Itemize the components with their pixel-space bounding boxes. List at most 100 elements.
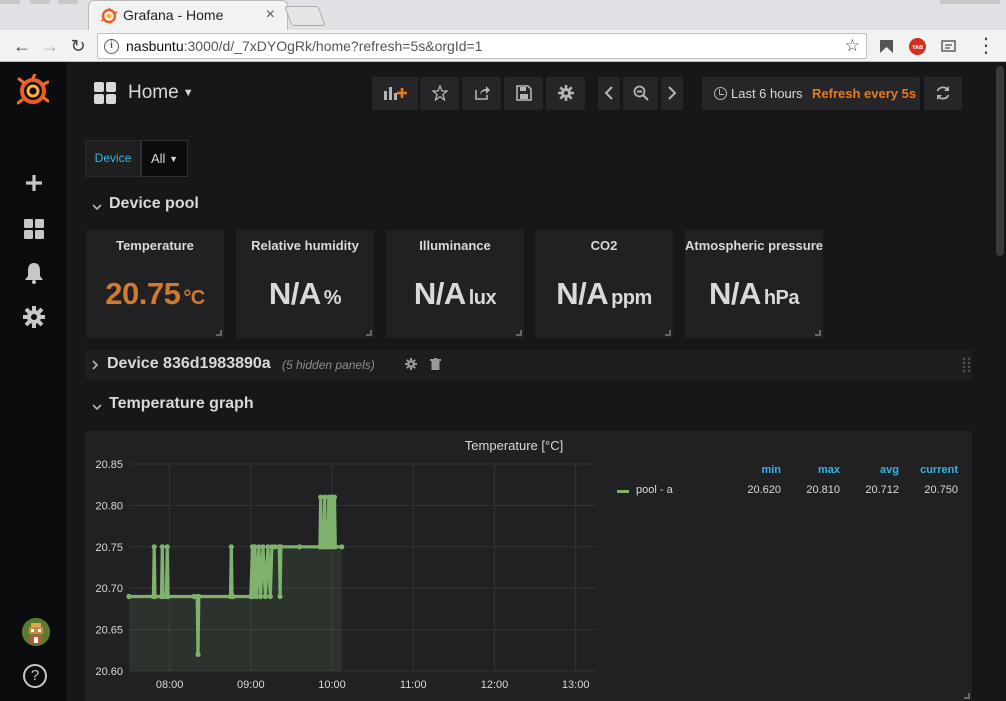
stat-value: N/A ppm xyxy=(556,276,652,311)
x-tick-label: 09:00 xyxy=(237,679,265,691)
row-title-device[interactable]: Device 836d1983890a xyxy=(107,355,271,373)
stat-value: 20.75 °C xyxy=(105,276,205,311)
resize-handle[interactable] xyxy=(964,693,970,699)
resize-handle[interactable] xyxy=(216,330,222,336)
extension-bookmark-icon[interactable] xyxy=(878,38,895,55)
data-point xyxy=(230,593,236,600)
reload-icon[interactable]: ↻ xyxy=(67,35,89,57)
tab-close-icon[interactable]: × xyxy=(266,6,275,24)
extension-cast-icon[interactable] xyxy=(940,38,957,55)
new-tab-button[interactable] xyxy=(284,6,326,26)
chevron-right-icon[interactable] xyxy=(91,360,99,370)
legend-max-value: 20.810 xyxy=(806,484,840,496)
save-button[interactable] xyxy=(504,77,543,110)
legend-series-swatch[interactable] xyxy=(617,490,629,493)
dashboard-title-dropdown[interactable]: Home ▼ xyxy=(128,82,194,104)
data-point xyxy=(260,544,266,550)
resize-handle[interactable] xyxy=(665,330,671,336)
stat-title: Atmospheric pressure xyxy=(685,238,823,253)
collapsed-row-device[interactable]: Device 836d1983890a (5 hidden panels) xyxy=(85,350,972,379)
data-point xyxy=(228,544,234,550)
star-button[interactable] xyxy=(420,77,459,110)
zoom-out-button[interactable] xyxy=(623,77,658,110)
browser-tab-grafana[interactable]: Grafana - Home × xyxy=(88,0,288,30)
x-tick-label: 11:00 xyxy=(400,679,427,691)
scrollbar[interactable] xyxy=(996,66,1004,256)
y-tick-label: 20.65 xyxy=(95,625,123,637)
legend-current-value: 20.750 xyxy=(924,484,958,496)
dashboards-grid-icon[interactable] xyxy=(22,217,46,241)
data-point xyxy=(332,544,338,550)
browser-menu-icon[interactable]: ⋮ xyxy=(975,35,997,57)
avatar[interactable] xyxy=(22,618,50,646)
stat-panel-pressure[interactable]: Atmospheric pressure N/A hPa xyxy=(685,230,823,338)
site-info-icon[interactable]: i xyxy=(104,39,119,54)
time-forward-button[interactable] xyxy=(661,77,683,110)
data-point xyxy=(164,544,170,550)
graph-panel-temperature[interactable]: 20.85 20.80 20.75 20.70 20.65 20.60 08:00 09:00… xyxy=(85,431,972,701)
tab-stub xyxy=(30,0,50,4)
browser-toolbar: ← → ↻ i nasbuntu:3000/d/_7xDYOgRk/home?r… xyxy=(0,30,1006,62)
data-point xyxy=(152,593,158,600)
legend-min-value: 20.620 xyxy=(747,484,781,496)
row-gear-icon[interactable] xyxy=(405,358,417,370)
refresh-button[interactable] xyxy=(924,77,962,110)
help-icon[interactable]: ? xyxy=(23,664,47,688)
data-point xyxy=(262,593,269,600)
data-point xyxy=(267,593,273,600)
temperature-chart: 20.85 20.80 20.75 20.70 20.65 20.60 08:00 09:00… xyxy=(95,438,596,691)
address-bar[interactable]: i nasbuntu:3000/d/_7xDYOgRk/home?refresh… xyxy=(97,33,867,59)
save-icon xyxy=(515,85,532,101)
plus-icon[interactable] xyxy=(22,171,46,195)
settings-button[interactable] xyxy=(546,77,585,110)
extension-yab-badge: YAB xyxy=(912,45,923,51)
stat-panel-co2[interactable]: CO2 N/A ppm xyxy=(535,230,673,338)
address-url[interactable]: nasbuntu:3000/d/_7xDYOgRk/home?refresh=5… xyxy=(126,38,482,54)
x-tick-label: 10:00 xyxy=(318,679,346,691)
stat-panel-illuminance[interactable]: Illuminance N/A lux xyxy=(386,230,524,338)
chevron-right-icon xyxy=(668,86,677,100)
share-button[interactable] xyxy=(462,77,501,110)
row-title-temperature-graph[interactable]: Temperature graph xyxy=(109,395,254,413)
gear-icon[interactable] xyxy=(22,305,46,329)
legend-header-current[interactable]: current xyxy=(908,464,958,476)
extension-yab-icon[interactable]: YAB xyxy=(909,38,926,55)
window-controls[interactable] xyxy=(940,0,1000,4)
resize-handle[interactable] xyxy=(366,330,372,336)
caret-down-icon: ▼ xyxy=(169,154,178,164)
variable-select[interactable]: All ▼ xyxy=(141,140,188,177)
legend-header-min[interactable]: min xyxy=(731,464,781,476)
legend-header-max[interactable]: max xyxy=(790,464,840,476)
back-arrow-icon[interactable]: ← xyxy=(11,35,33,57)
time-picker-button[interactable]: Last 6 hours Refresh every 5s xyxy=(702,77,920,110)
legend-series-name[interactable]: pool - a xyxy=(636,484,673,496)
chevron-down-icon[interactable] xyxy=(92,402,102,412)
data-point xyxy=(278,544,284,550)
grafana-logo-icon[interactable] xyxy=(17,74,49,106)
caret-down-icon: ▼ xyxy=(182,87,194,99)
bookmark-star-icon[interactable]: ☆ xyxy=(845,36,860,56)
grafana-favicon-icon xyxy=(101,8,117,24)
stat-panel-temperature[interactable]: Temperature 20.75 °C xyxy=(86,230,224,338)
bell-icon[interactable] xyxy=(22,261,46,285)
legend-header-avg[interactable]: avg xyxy=(849,464,899,476)
resize-handle[interactable] xyxy=(516,330,522,336)
avatar-icon xyxy=(22,618,50,646)
legend-avg-value: 20.712 xyxy=(865,484,899,496)
data-point xyxy=(296,544,303,550)
chevron-left-icon xyxy=(604,86,613,100)
drag-handle-icon[interactable] xyxy=(962,357,972,373)
resize-handle[interactable] xyxy=(815,330,821,336)
y-tick-label: 20.85 xyxy=(95,459,123,471)
forward-arrow-icon[interactable]: → xyxy=(39,35,61,57)
add-panel-button[interactable] xyxy=(372,77,418,110)
chevron-down-icon[interactable] xyxy=(92,202,102,212)
x-tick-label: 08:00 xyxy=(156,679,184,691)
trash-icon[interactable] xyxy=(430,358,441,370)
stat-value: N/A hPa xyxy=(708,276,800,311)
stat-value: N/A% xyxy=(268,276,342,311)
grafana-sidemenu: ? xyxy=(0,62,66,701)
stat-panel-humidity[interactable]: Relative humidity N/A% xyxy=(236,230,374,338)
row-title-device-pool[interactable]: Device pool xyxy=(109,195,199,213)
time-back-button[interactable] xyxy=(598,77,620,110)
